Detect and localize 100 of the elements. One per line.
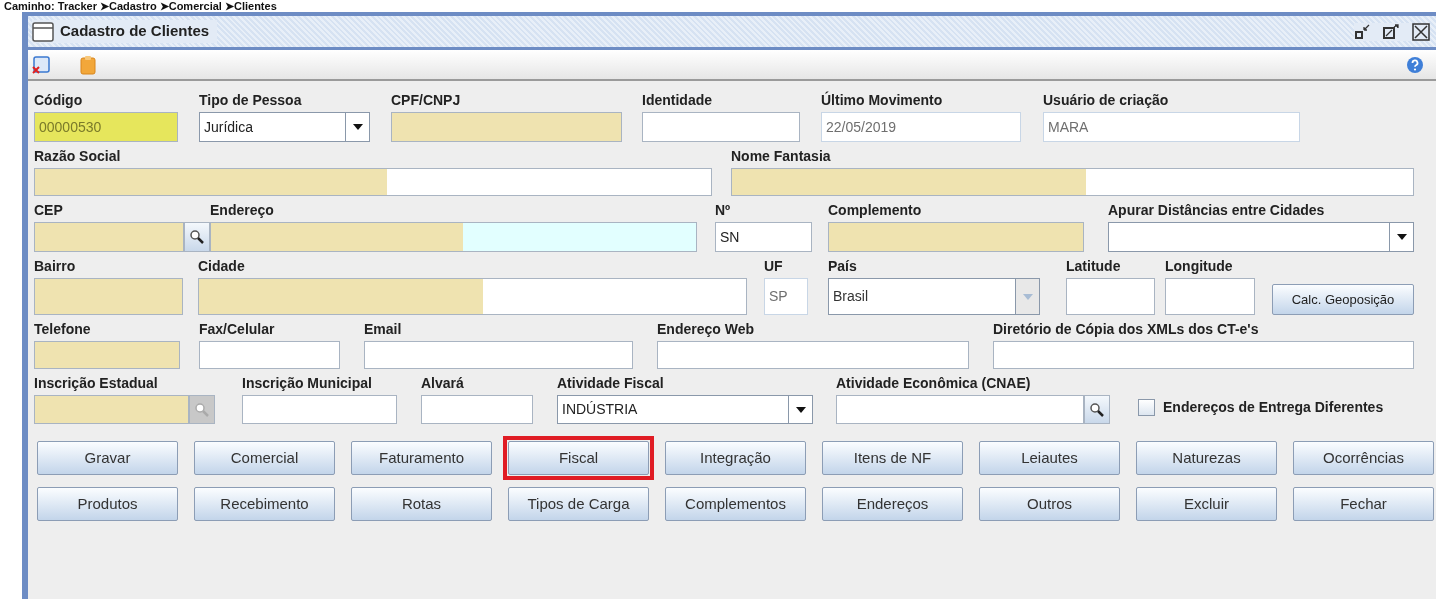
text-field[interactable] xyxy=(642,112,800,142)
field-label: Código xyxy=(34,92,84,109)
text-field[interactable] xyxy=(34,278,183,315)
field-label: Endereço xyxy=(210,202,275,219)
field-label: Latitude xyxy=(1066,258,1122,275)
field-label: Longitude xyxy=(1165,258,1234,275)
text-field[interactable] xyxy=(34,341,180,369)
action-button[interactable]: Ocorrências xyxy=(1293,441,1434,475)
field-label: Apurar Distâncias entre Cidades xyxy=(1108,202,1326,219)
checkbox-label: Endereços de Entrega Diferentes xyxy=(1163,398,1384,417)
field-label: Nome Fantasia xyxy=(731,148,832,165)
field-label: Usuário de criação xyxy=(1043,92,1170,109)
help-icon[interactable] xyxy=(1406,55,1424,74)
action-button[interactable]: Leiautes xyxy=(979,441,1120,475)
field-label: Tipo de Pessoa xyxy=(199,92,303,109)
field-value: SP xyxy=(769,287,788,306)
dropdown[interactable]: Jurídica xyxy=(199,112,370,142)
field-label: Email xyxy=(364,321,403,338)
action-button[interactable]: Comercial xyxy=(194,441,335,475)
text-field[interactable] xyxy=(828,222,1084,252)
field-label: Fax/Celular xyxy=(199,321,276,338)
field-label: Nº xyxy=(715,202,732,219)
field-value: SN xyxy=(720,227,740,247)
maximize-icon[interactable] xyxy=(1382,23,1400,40)
field-label: Razão Social xyxy=(34,148,122,165)
text-field[interactable] xyxy=(421,395,533,424)
text-field[interactable] xyxy=(34,168,712,196)
field-value: 00000530 xyxy=(39,117,102,137)
field-label: Último Movimento xyxy=(821,92,944,109)
field-value: Jurídica xyxy=(204,117,254,137)
action-button[interactable]: Integração xyxy=(665,441,806,475)
caret-icon xyxy=(351,123,364,131)
text-field[interactable] xyxy=(657,341,969,369)
field-value: 22/05/2019 xyxy=(826,117,897,137)
lookup-button[interactable] xyxy=(184,222,210,252)
clipboard-icon[interactable] xyxy=(80,54,96,75)
field-label: Identidade xyxy=(642,92,713,109)
action-button[interactable]: Produtos xyxy=(37,487,178,521)
action-button[interactable]: Fiscal xyxy=(508,441,649,475)
action-button[interactable]: Outros xyxy=(979,487,1120,521)
caret-icon xyxy=(1021,292,1034,301)
text-field[interactable] xyxy=(210,222,697,252)
field-label: CEP xyxy=(34,202,64,219)
window-title: Cadastro de Clientes xyxy=(60,21,210,42)
action-button[interactable]: Faturamento xyxy=(351,441,492,475)
dropdown[interactable] xyxy=(1108,222,1414,252)
field-label: CPF/CNPJ xyxy=(391,92,462,109)
field-label: Atividade Fiscal xyxy=(557,375,665,392)
minimize-icon[interactable] xyxy=(1354,23,1370,40)
search-icon xyxy=(189,229,205,245)
field-value: Brasil xyxy=(833,287,868,306)
breadcrumb: Caminho: Tracker ➤Cadastro ➤Comercial ➤Clientes xyxy=(3,0,277,12)
delete-icon[interactable] xyxy=(32,55,50,74)
caret-icon xyxy=(1395,233,1408,241)
text-field[interactable] xyxy=(242,395,397,424)
action-button[interactable]: Endereços xyxy=(822,487,963,521)
close-icon[interactable] xyxy=(1412,22,1430,41)
action-button[interactable]: Recebimento xyxy=(194,487,335,521)
field-value: MARA xyxy=(1048,117,1089,137)
action-button[interactable]: Complementos xyxy=(665,487,806,521)
action-button[interactable]: Rotas xyxy=(351,487,492,521)
action-button[interactable]: Itens de NF xyxy=(822,441,963,475)
search-icon xyxy=(194,401,210,418)
field-label: UF xyxy=(764,258,784,275)
text-field[interactable] xyxy=(731,168,1414,196)
text-field[interactable] xyxy=(364,341,633,369)
field-label: Cidade xyxy=(198,258,246,275)
field-label: Inscrição Estadual xyxy=(34,375,159,392)
field-label: Endereço Web xyxy=(657,321,755,338)
geoposition-button[interactable]: Calc. Geoposição xyxy=(1272,284,1414,315)
action-button[interactable]: Excluir xyxy=(1136,487,1277,521)
field-label: Telefone xyxy=(34,321,92,338)
field-label: Diretório de Cópia dos XMLs dos CT-e's xyxy=(993,321,1260,338)
action-button[interactable]: Fechar xyxy=(1293,487,1434,521)
lookup-button[interactable] xyxy=(1084,395,1110,424)
text-field[interactable] xyxy=(198,278,747,315)
text-field[interactable] xyxy=(993,341,1414,369)
field-label: Bairro xyxy=(34,258,77,275)
action-button[interactable]: Gravar xyxy=(37,441,178,475)
text-field[interactable] xyxy=(391,112,622,142)
text-field[interactable]: 00000530 xyxy=(34,112,178,142)
field-value: INDÚSTRIA xyxy=(562,400,638,419)
dropdown[interactable]: INDÚSTRIA xyxy=(557,395,813,424)
caret-icon xyxy=(794,405,807,414)
text-field[interactable] xyxy=(836,395,1084,424)
text-field[interactable] xyxy=(34,222,184,252)
field-label: Inscrição Municipal xyxy=(242,375,373,392)
field-label: Complemento xyxy=(828,202,923,219)
field-label: Atividade Econômica (CNAE) xyxy=(836,375,1032,392)
text-field[interactable] xyxy=(1066,278,1155,315)
window-icon xyxy=(32,21,54,42)
action-button[interactable]: Naturezas xyxy=(1136,441,1277,475)
field-label: Alvará xyxy=(421,375,465,392)
action-button[interactable]: Tipos de Carga xyxy=(508,487,649,521)
field-label: País xyxy=(828,258,858,275)
text-field[interactable] xyxy=(1165,278,1255,315)
text-field[interactable] xyxy=(199,341,340,369)
search-icon xyxy=(1089,401,1105,418)
checkbox[interactable] xyxy=(1138,399,1155,416)
text-field[interactable]: SN xyxy=(715,222,812,252)
